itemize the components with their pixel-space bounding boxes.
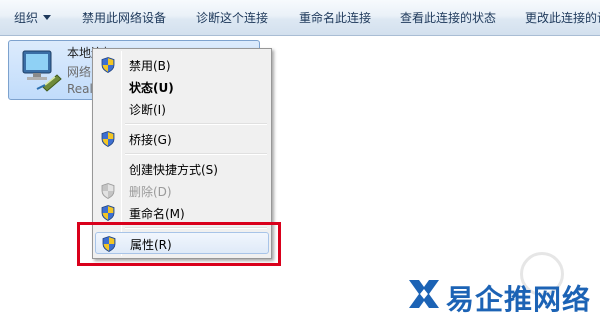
menu-item-label: 删除(D) xyxy=(129,185,172,199)
menu-separator xyxy=(125,123,267,125)
shield-icon xyxy=(101,131,115,147)
change-connection-settings-button[interactable]: 更改此连接的设 xyxy=(525,0,600,36)
menu-item-delete: 删除(D) xyxy=(95,180,269,202)
menu-item-rename[interactable]: 重命名(M) xyxy=(95,202,269,224)
disable-device-button[interactable]: 禁用此网络设备 xyxy=(82,0,166,36)
menu-item-label: 创建快捷方式(S) xyxy=(129,163,218,177)
highlight-annotation-box xyxy=(77,222,281,266)
menu-item-label: 桥接(G) xyxy=(129,133,172,147)
organize-label: 组织 xyxy=(14,11,39,25)
brand-logo-icon xyxy=(409,280,439,308)
diagnose-connection-button[interactable]: 诊断这个连接 xyxy=(196,0,268,36)
menu-item-diagnose[interactable]: 诊断(I) xyxy=(95,98,269,120)
menu-item-label: 禁用(B) xyxy=(129,59,171,73)
menu-item-disable[interactable]: 禁用(B) xyxy=(95,54,269,76)
menu-item-label: 状态(U) xyxy=(129,81,174,95)
menu-item-bridge[interactable]: 桥接(G) xyxy=(95,128,269,150)
menu-item-label: 重命名(M) xyxy=(129,207,185,221)
shield-icon xyxy=(101,205,115,221)
shield-icon xyxy=(101,183,115,199)
menu-item-create-shortcut[interactable]: 创建快捷方式(S) xyxy=(95,158,269,180)
menu-item-status[interactable]: 状态(U) xyxy=(95,76,269,98)
watermark-brand-text: 易企推网络 xyxy=(446,283,592,316)
dropdown-arrow-icon xyxy=(43,15,52,20)
organize-menu-button[interactable]: 组织 xyxy=(14,0,52,36)
shield-icon xyxy=(101,57,115,73)
network-adapter-icon xyxy=(22,50,62,92)
command-bar: 组织 禁用此网络设备 诊断这个连接 重命名此连接 查看此连接的状态 更改此连接的… xyxy=(0,0,600,36)
menu-separator xyxy=(125,153,267,155)
menu-item-label: 诊断(I) xyxy=(129,103,166,117)
view-connection-status-button[interactable]: 查看此连接的状态 xyxy=(400,0,496,36)
rename-connection-button[interactable]: 重命名此连接 xyxy=(299,0,371,36)
